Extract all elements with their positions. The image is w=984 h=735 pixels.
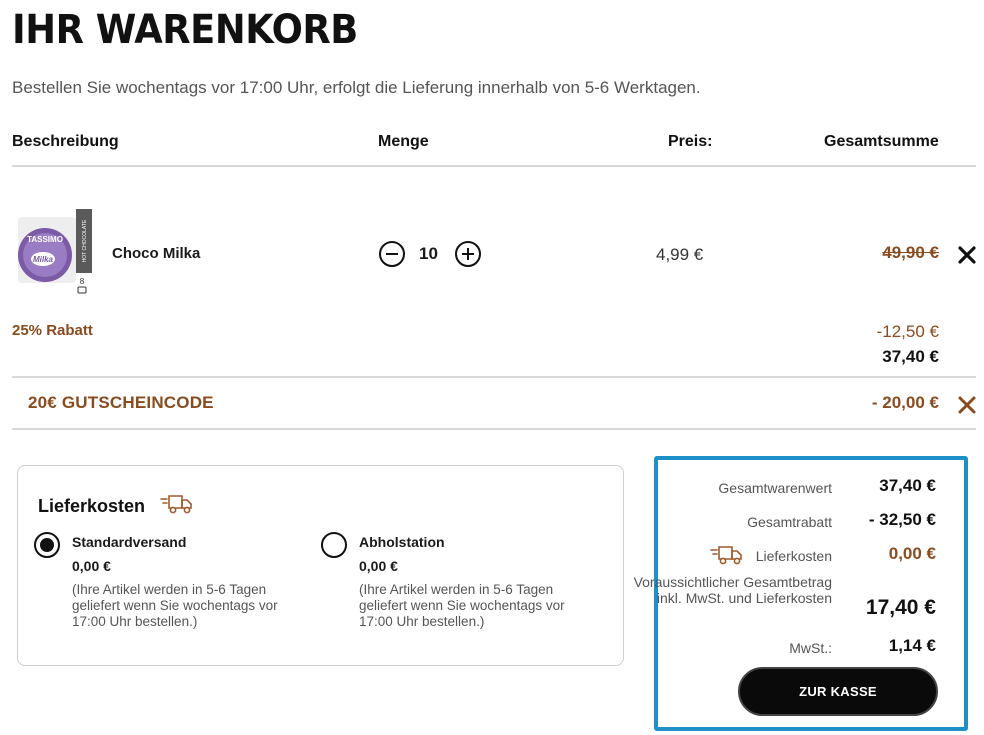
item-divider (12, 376, 976, 378)
close-icon (958, 246, 976, 264)
vat-label: MwSt.: (789, 640, 832, 656)
shipping-title: Lieferkosten (38, 496, 146, 516)
radio-standard[interactable] (34, 532, 60, 558)
total-discount-label: Gesamtrabatt (747, 514, 832, 530)
increase-quantity-button[interactable] (455, 241, 481, 267)
column-header-description: Beschreibung (12, 133, 119, 150)
goods-value-label: Gesamtwarenwert (718, 480, 832, 496)
delivery-truck-icon (160, 495, 192, 514)
delivery-info: Bestellen Sie wochentags vor 17:00 Uhr, … (12, 78, 701, 97)
header-divider (12, 165, 976, 167)
shipping-cost-value: 0,00 € (888, 544, 936, 563)
plus-circle-icon (462, 248, 474, 260)
option-name: Abholstation (359, 534, 445, 550)
order-summary: Gesamtwarenwert 37,40 € Gesamtrabatt - 3… (634, 456, 968, 731)
product-image: TASSIMO Milka HOT CHOCOLATE 8 (14, 207, 94, 297)
total-discount-value: - 32,50 € (868, 510, 936, 529)
shipping-panel: Lieferkosten Standardversand 0,00 € (Ihr… (17, 465, 624, 666)
original-total: 49,90 € (882, 243, 939, 262)
product-name: Choco Milka (112, 245, 201, 262)
minus-circle-icon (386, 253, 398, 255)
page-title: IHR WARENKORB (12, 7, 358, 53)
unit-price: 4,99 € (656, 245, 704, 264)
column-header-price: Preis: (668, 133, 713, 150)
voucher-label: 20€ GUTSCHEINCODE (28, 393, 214, 412)
quantity-value[interactable]: 10 (419, 244, 438, 264)
remove-voucher-button[interactable] (957, 395, 977, 415)
grand-total-value: 17,40 € (865, 596, 936, 619)
product-image-side: HOT CHOCOLATE (82, 219, 88, 262)
remove-item-button[interactable] (957, 245, 977, 265)
decrease-quantity-button[interactable] (379, 241, 405, 267)
column-header-total: Gesamtsumme (824, 133, 939, 150)
goods-value: 37,40 € (879, 476, 936, 495)
checkout-button[interactable]: ZUR KASSE (738, 667, 938, 716)
radio-pickup[interactable] (321, 532, 347, 558)
shipping-cost-label: Lieferkosten (755, 548, 832, 564)
delivery-truck-icon (710, 546, 742, 565)
product-image-count: 8 (80, 277, 85, 286)
column-header-quantity: Menge (378, 133, 429, 150)
option-price: 0,00 € (72, 558, 111, 574)
radio-selected-dot (40, 538, 54, 552)
option-price: 0,00 € (359, 558, 398, 574)
option-note: (Ihre Artikel werden in 5-6 Tagen gelief… (72, 582, 278, 629)
product-image-brand: TASSIMO (27, 235, 63, 244)
discount-amount: -12,50 € (876, 322, 939, 341)
option-name: Standardversand (72, 534, 187, 550)
voucher-amount: - 20,00 € (871, 393, 939, 412)
close-icon (958, 396, 976, 414)
vat-value: 1,14 € (888, 636, 936, 655)
voucher-divider (12, 428, 976, 430)
product-image-logo: Milka (33, 255, 54, 264)
discounted-total: 37,40 € (882, 347, 939, 366)
grand-total-label: Voraussichtlicher Gesamtbetrag inkl. MwS… (633, 574, 832, 606)
discount-label: 25% Rabatt (12, 322, 93, 339)
option-note: (Ihre Artikel werden in 5-6 Tagen gelief… (359, 582, 565, 629)
